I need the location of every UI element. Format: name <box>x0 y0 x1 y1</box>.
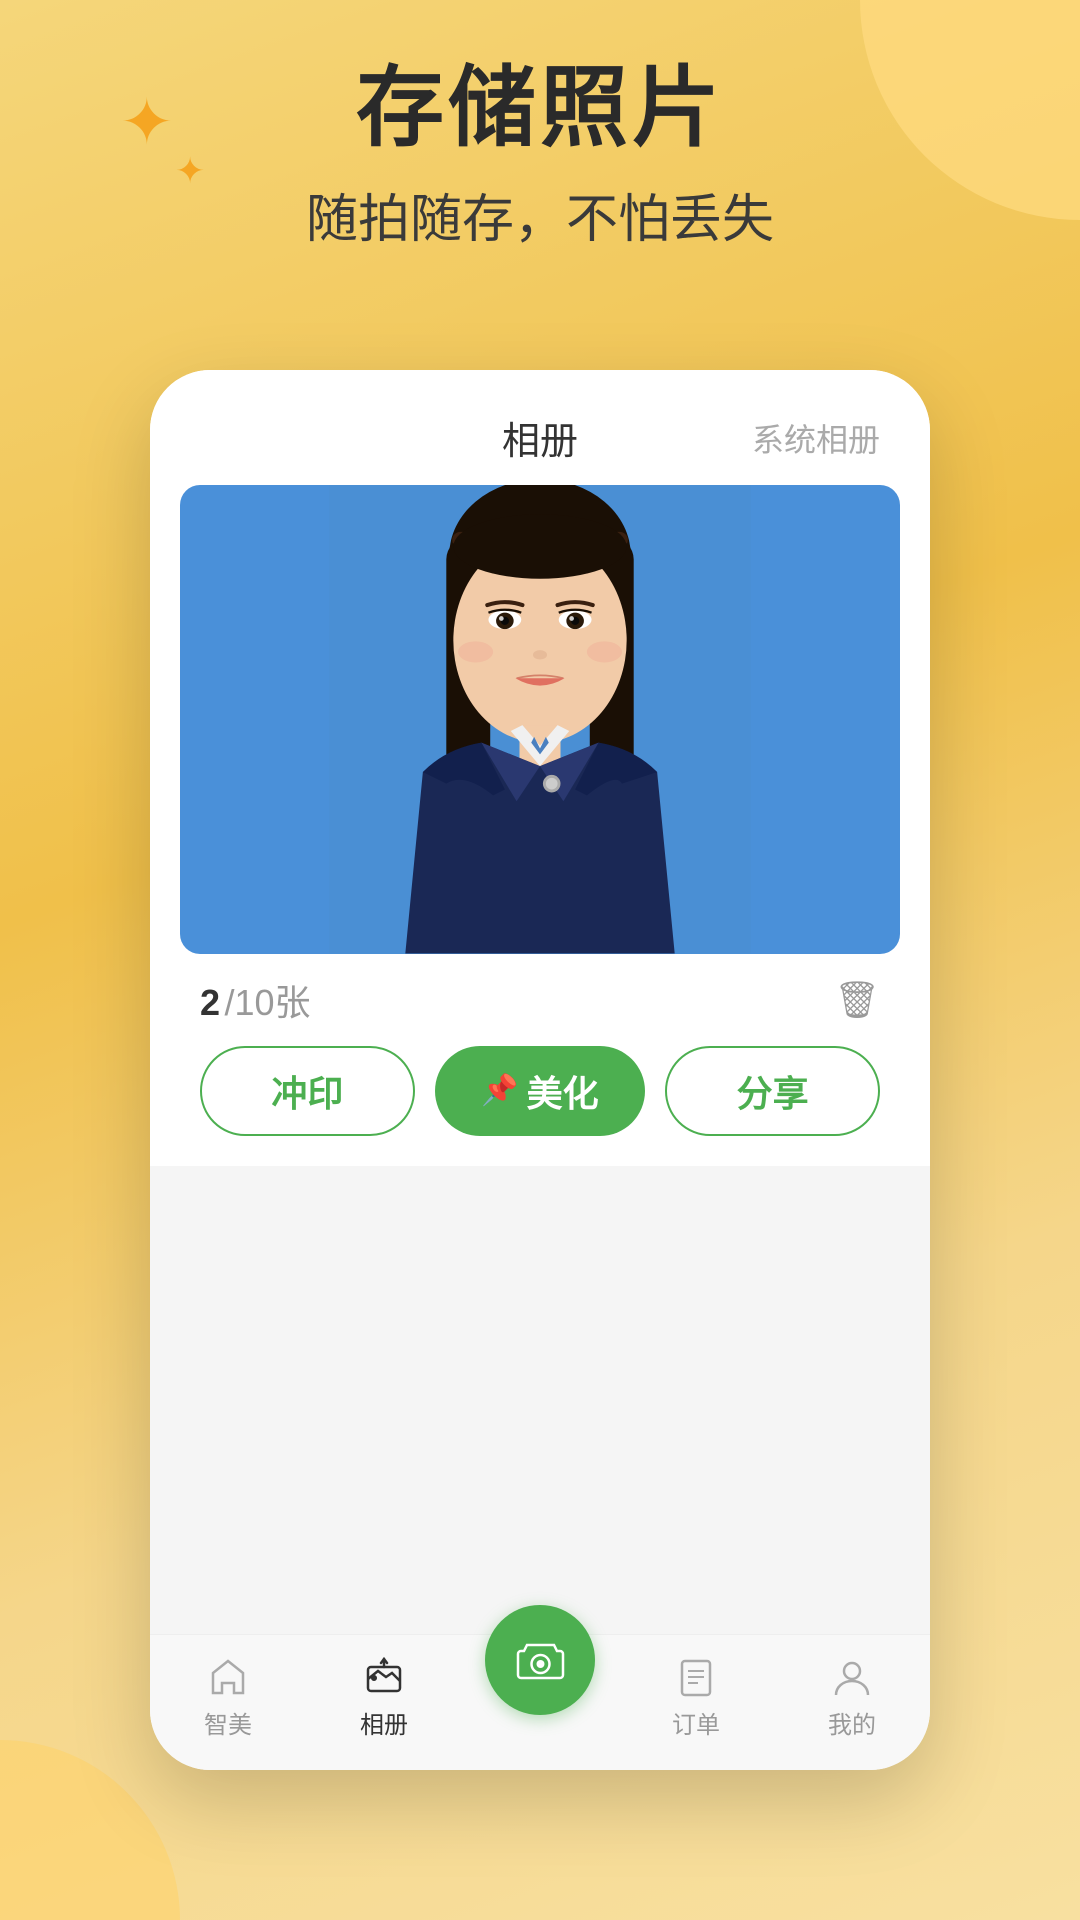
share-button[interactable]: 分享 <box>665 1046 880 1136</box>
phone-header: 相册 系统相册 <box>150 370 930 485</box>
pin-icon: 📌 <box>481 1073 518 1108</box>
nav-item-profile[interactable]: 我的 <box>774 1655 930 1740</box>
camera-fab-button[interactable] <box>485 1605 595 1715</box>
photo-count: 2 /10张 <box>200 974 311 1026</box>
beautify-label: 美化 <box>527 1065 599 1117</box>
print-button[interactable]: 冲印 <box>200 1046 415 1136</box>
bottom-spacer <box>150 1166 930 1635</box>
album-icon <box>362 1655 406 1699</box>
sub-title: 随拍随存，不怕丢失 <box>0 177 1080 252</box>
tab-album[interactable]: 相册 <box>502 410 578 465</box>
title-section: 存储照片 随拍随存，不怕丢失 <box>0 60 1080 252</box>
phone-mockup: 相册 系统相册 <box>150 370 930 1770</box>
id-photo-svg <box>180 485 900 954</box>
photo-display-area <box>180 485 900 954</box>
profile-icon <box>830 1655 874 1699</box>
current-count: 2 <box>200 982 220 1023</box>
nav-label-profile: 我的 <box>828 1705 876 1740</box>
beautify-button[interactable]: 📌 美化 <box>435 1046 646 1136</box>
main-title: 存储照片 <box>0 60 1080 157</box>
tab-system-album[interactable]: 系统相册 <box>752 415 880 461</box>
nav-item-album[interactable]: 相册 <box>306 1655 462 1740</box>
nav-label-home: 智美 <box>204 1705 252 1740</box>
nav-item-home[interactable]: 智美 <box>150 1655 306 1740</box>
bottom-navigation: 智美 相册 <box>150 1634 930 1770</box>
delete-button[interactable]: 🗑 <box>834 979 880 1021</box>
nav-item-order[interactable]: 订单 <box>618 1655 774 1740</box>
total-count: /10张 <box>224 982 310 1023</box>
camera-fab-icon <box>513 1633 568 1688</box>
order-icon <box>674 1655 718 1699</box>
home-icon <box>206 1655 250 1699</box>
nav-label-album: 相册 <box>360 1705 408 1740</box>
photo-counter-row: 2 /10张 🗑 <box>150 954 930 1046</box>
nav-label-order: 订单 <box>672 1705 720 1740</box>
action-buttons-row: 冲印 📌 美化 分享 <box>150 1046 930 1166</box>
